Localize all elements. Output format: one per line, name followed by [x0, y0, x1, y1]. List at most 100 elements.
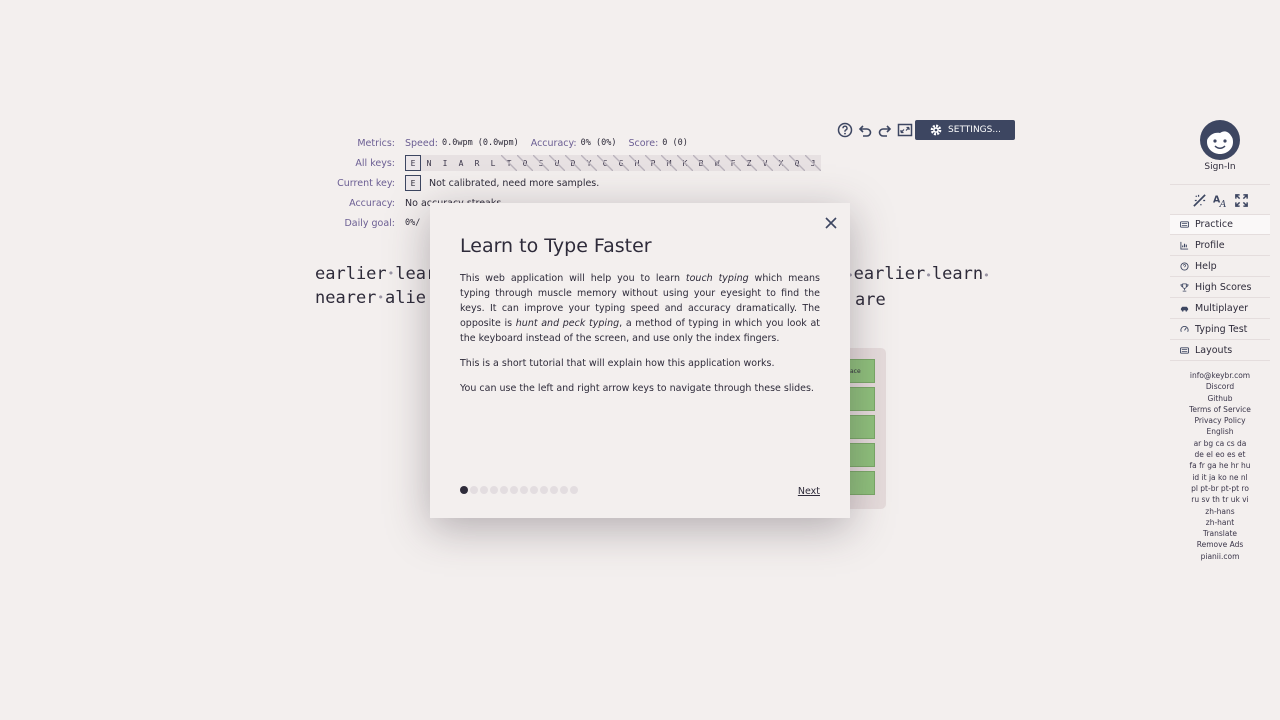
- pager-dot[interactable]: [520, 486, 528, 494]
- footer-link[interactable]: Terms of Service: [1170, 404, 1270, 415]
- keyboard-key: [847, 471, 875, 495]
- sidebar-item-typing-test[interactable]: Typing Test: [1170, 319, 1270, 340]
- help-circle-icon[interactable]: [836, 121, 854, 139]
- key-tile: Q: [789, 155, 805, 171]
- footer-links: info@keybr.com Discord Github Terms of Serv…: [1170, 370, 1270, 562]
- toolbar: [836, 120, 914, 140]
- pager-dot[interactable]: [540, 486, 548, 494]
- key-tile: A: [453, 155, 469, 171]
- car-icon: [1180, 304, 1189, 313]
- undo-icon[interactable]: [856, 121, 874, 139]
- pager-dot[interactable]: [480, 486, 488, 494]
- svg-text:A: A: [1218, 199, 1226, 208]
- pager-dot[interactable]: [460, 486, 468, 494]
- pager-dot[interactable]: [510, 486, 518, 494]
- all-keys-row: All keys: ENIARLTOSUDYCGHPMKBWFZVXQJ: [300, 153, 821, 173]
- footer-link[interactable]: Github: [1170, 393, 1270, 404]
- footer-link[interactable]: fa fr ga he hr hu: [1170, 460, 1270, 471]
- current-key-label: Current key:: [337, 177, 395, 189]
- key-tile: M: [661, 155, 677, 171]
- pager-dot[interactable]: [490, 486, 498, 494]
- settings-button[interactable]: SETTINGS...: [915, 120, 1015, 140]
- footer-link[interactable]: info@keybr.com: [1170, 370, 1270, 381]
- score-value: 0 (0): [662, 138, 688, 148]
- footer-link[interactable]: English: [1170, 426, 1270, 437]
- help-icon: [1180, 261, 1189, 271]
- keyboard-key: [847, 415, 875, 439]
- key-tile: Y: [581, 155, 597, 171]
- key-tile: F: [725, 155, 741, 171]
- text-line-1-right: •earlier•learn•: [847, 264, 990, 284]
- footer-link[interactable]: pl pt-br pt-pt ro: [1170, 483, 1270, 494]
- pager-dot[interactable]: [470, 486, 478, 494]
- footer-link[interactable]: Discord: [1170, 381, 1270, 392]
- avatar[interactable]: [1200, 120, 1240, 160]
- magic-wand-icon[interactable]: [1192, 193, 1207, 208]
- sidebar-item-layouts[interactable]: Layouts: [1170, 340, 1270, 361]
- key-tile: U: [549, 155, 565, 171]
- key-tile: S: [533, 155, 549, 171]
- footer-link[interactable]: id it ja ko ne nl: [1170, 472, 1270, 483]
- tutorial-dialog: Learn to Type Faster This web applicatio…: [430, 203, 850, 518]
- footer-link[interactable]: de el eo es et: [1170, 449, 1270, 460]
- daily-goal-label: Daily goal:: [344, 217, 395, 229]
- key-tile: V: [757, 155, 773, 171]
- speed-label: Speed:: [405, 137, 438, 149]
- accuracy-row-label: Accuracy:: [349, 197, 395, 209]
- metrics-row: Metrics: Speed: 0.0wpm (0.0wpm) Accuracy…: [300, 133, 821, 153]
- user-face-icon: [1200, 120, 1240, 160]
- key-tile: R: [469, 155, 485, 171]
- sign-in-link[interactable]: Sign-In: [1170, 162, 1270, 172]
- fullscreen-icon[interactable]: [896, 121, 914, 139]
- chart-icon: [1180, 241, 1189, 250]
- footer-link[interactable]: ar bg ca cs da: [1170, 438, 1270, 449]
- dialog-paragraph: This web application will help you to le…: [460, 273, 821, 344]
- pager-dot[interactable]: [530, 486, 538, 494]
- pager-dot[interactable]: [560, 486, 568, 494]
- footer-link[interactable]: Remove Ads: [1170, 539, 1270, 550]
- dialog-paragraph: You can use the left and right arrow key…: [460, 383, 814, 394]
- word: learn: [931, 264, 984, 284]
- sidebar-item-help[interactable]: Help: [1170, 256, 1270, 277]
- footer-link[interactable]: ru sv th tr uk vi: [1170, 494, 1270, 505]
- trophy-icon: [1180, 282, 1189, 292]
- word: nearer: [315, 288, 377, 308]
- keyboard-key: [847, 443, 875, 467]
- gear-icon: [930, 124, 942, 136]
- sidebar-item-practice[interactable]: Practice: [1170, 214, 1270, 235]
- gauge-icon: [1180, 325, 1189, 334]
- sidebar-item-profile[interactable]: Profile: [1170, 235, 1270, 256]
- close-icon[interactable]: [824, 215, 838, 229]
- all-keys-label: All keys:: [355, 157, 395, 169]
- sidebar-tools: AA: [1170, 193, 1270, 208]
- sidebar-item-multiplayer[interactable]: Multiplayer: [1170, 298, 1270, 319]
- font-size-icon[interactable]: AA: [1213, 193, 1228, 208]
- key-tile: X: [773, 155, 789, 171]
- expand-icon[interactable]: [1234, 193, 1249, 208]
- pager-dot[interactable]: [500, 486, 508, 494]
- footer-link[interactable]: zh-hans: [1170, 506, 1270, 517]
- sidebar-item-high-scores[interactable]: High Scores: [1170, 277, 1270, 298]
- footer-link[interactable]: Privacy Policy: [1170, 415, 1270, 426]
- settings-label: SETTINGS...: [948, 125, 1001, 135]
- footer-link[interactable]: pianii.com: [1170, 551, 1270, 562]
- score-label: Score:: [628, 137, 659, 149]
- dialog-title: Learn to Type Faster: [460, 235, 652, 257]
- key-tile: N: [421, 155, 437, 171]
- accuracy-label: Accuracy:: [530, 137, 577, 149]
- pager-dot[interactable]: [570, 486, 578, 494]
- sidebar-item-label: Typing Test: [1195, 323, 1248, 335]
- footer-link[interactable]: Translate: [1170, 528, 1270, 539]
- redo-icon[interactable]: [876, 121, 894, 139]
- current-key-status: Not calibrated, need more samples.: [429, 177, 600, 189]
- key-tile: P: [645, 155, 661, 171]
- sidebar-item-label: Layouts: [1195, 344, 1233, 356]
- word: earlier: [315, 264, 387, 284]
- pager-dot[interactable]: [550, 486, 558, 494]
- current-key: E: [405, 175, 421, 191]
- next-button[interactable]: Next: [798, 486, 820, 497]
- daily-goal-value: 0%/: [405, 218, 421, 228]
- sidebar-item-label: Profile: [1195, 239, 1225, 251]
- key-tile: C: [597, 155, 613, 171]
- footer-link[interactable]: zh-hant: [1170, 517, 1270, 528]
